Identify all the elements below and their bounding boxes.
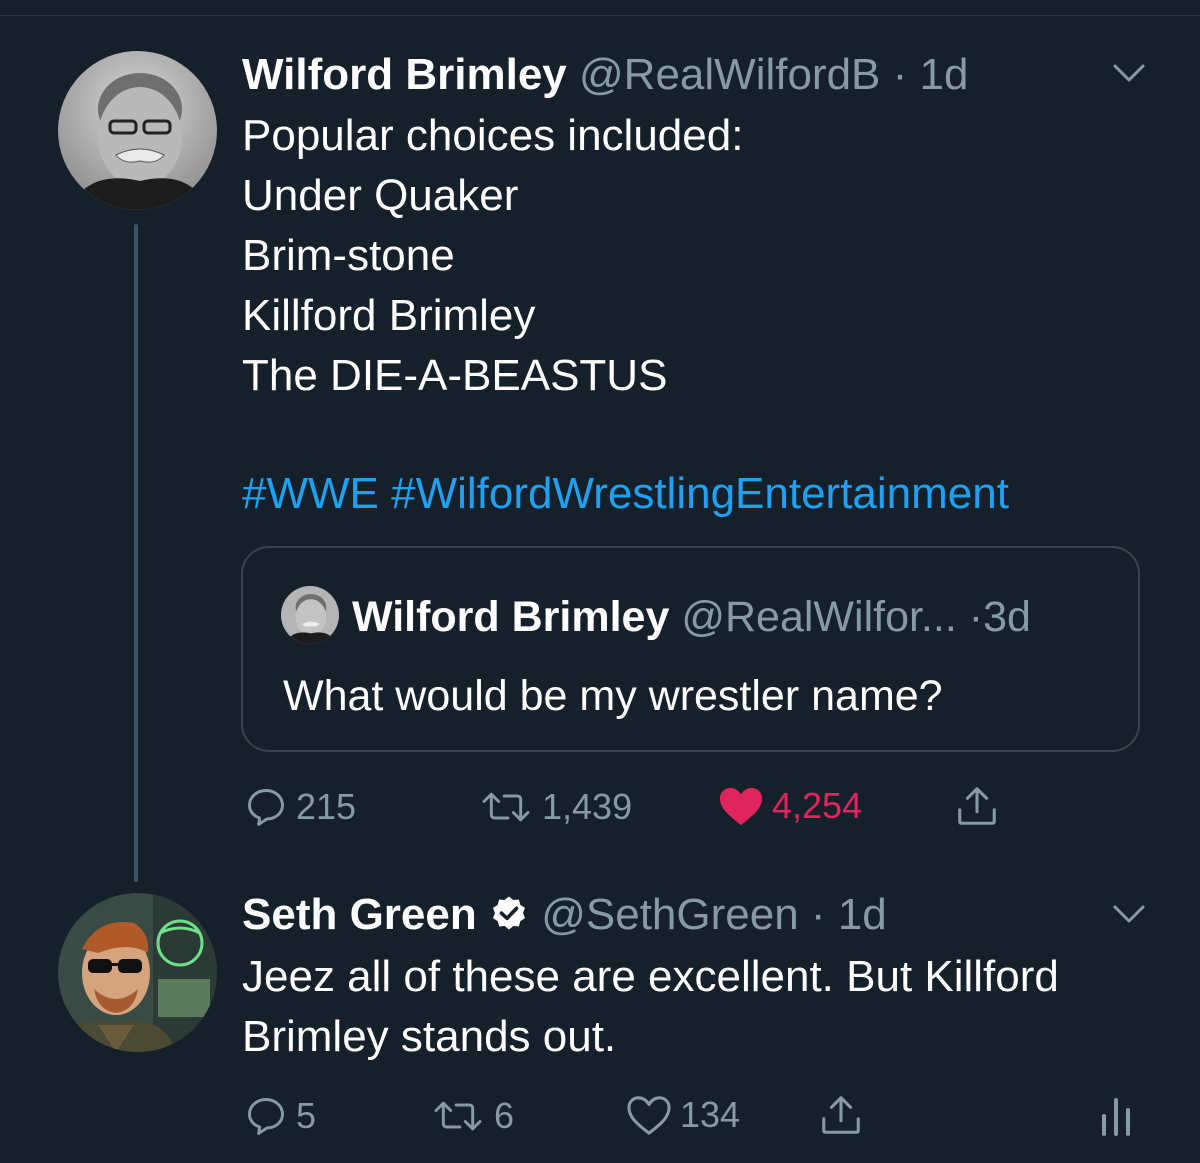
avatar[interactable] bbox=[58, 893, 217, 1052]
tweet-text: Popular choices included: Under Quaker B… bbox=[242, 106, 743, 406]
quoted-author-handle: @RealWilfor... bbox=[681, 593, 957, 641]
reply-icon bbox=[248, 1098, 284, 1135]
chevron-down-icon[interactable] bbox=[1112, 903, 1146, 925]
share-icon bbox=[822, 1096, 860, 1134]
share-icon bbox=[958, 787, 996, 825]
analytics-button[interactable] bbox=[1100, 1092, 1132, 1136]
tweet-text-line: Brimley stands out. bbox=[242, 1012, 617, 1061]
tweet-text-line: Brim-stone bbox=[242, 231, 455, 280]
author-name[interactable]: Wilford Brimley bbox=[242, 50, 567, 99]
share-button[interactable] bbox=[818, 1092, 864, 1138]
tweet-text-line: Under Quaker bbox=[242, 171, 519, 220]
retweet-icon bbox=[434, 1101, 482, 1131]
divider bbox=[0, 15, 1200, 16]
quoted-author-name: Wilford Brimley bbox=[352, 593, 670, 641]
separator-dot: · bbox=[892, 50, 908, 99]
tweet-text-line: The DIE-A-BEASTUS bbox=[242, 351, 668, 400]
reply-button[interactable]: 215 bbox=[244, 785, 356, 829]
quoted-tweet-header: Wilford Brimley @RealWilfor... ·3d bbox=[352, 596, 1031, 639]
quoted-tweet-card[interactable] bbox=[241, 546, 1140, 752]
timestamp[interactable]: 1d bbox=[920, 50, 969, 99]
thread-connector-line bbox=[134, 224, 138, 882]
like-button[interactable]: 4,254 bbox=[718, 785, 862, 827]
chevron-down-icon[interactable] bbox=[1112, 62, 1146, 84]
quoted-avatar bbox=[281, 586, 339, 644]
like-count: 4,254 bbox=[772, 785, 863, 826]
retweet-button[interactable]: 1,439 bbox=[478, 785, 632, 829]
share-button[interactable] bbox=[954, 783, 1000, 829]
separator-dot: · bbox=[810, 890, 826, 939]
reply-button[interactable]: 5 bbox=[244, 1094, 316, 1138]
author-handle[interactable]: @SethGreen bbox=[541, 890, 798, 939]
author-handle[interactable]: @RealWilfordB bbox=[579, 50, 880, 99]
quoted-timestamp: 3d bbox=[983, 593, 1031, 641]
heart-outline-icon bbox=[627, 1096, 671, 1135]
analytics-icon bbox=[1102, 1098, 1130, 1136]
like-count: 134 bbox=[680, 1094, 741, 1135]
timestamp[interactable]: 1d bbox=[838, 890, 887, 939]
tweet-text: Jeez all of these are excellent. But Kil… bbox=[242, 947, 1059, 1067]
retweet-icon bbox=[482, 792, 530, 822]
author-name[interactable]: Seth Green bbox=[242, 890, 477, 939]
retweet-button[interactable]: 6 bbox=[430, 1094, 514, 1138]
quoted-tweet-text: What would be my wrestler name? bbox=[283, 672, 943, 720]
verified-badge-icon bbox=[492, 896, 525, 930]
retweet-count: 1,439 bbox=[542, 786, 633, 827]
tweet-header: Wilford Brimley @RealWilfordB · 1d bbox=[242, 53, 968, 97]
retweet-count: 6 bbox=[494, 1095, 515, 1136]
tweet-header: Seth Green @SethGreen · 1d bbox=[242, 893, 887, 937]
tweet-thread: Wilford Brimley @RealWilfordB · 1d Popul… bbox=[0, 0, 1200, 1163]
hashtag-links[interactable]: #WWE #WilfordWrestlingEntertainment bbox=[242, 464, 1009, 524]
reply-count: 5 bbox=[296, 1095, 317, 1136]
tweet-text-line: Killford Brimley bbox=[242, 291, 536, 340]
heart-filled-icon bbox=[720, 787, 762, 826]
tweet-text-line: Jeez all of these are excellent. But Kil… bbox=[242, 952, 1059, 1001]
reply-count: 215 bbox=[296, 786, 357, 827]
tweet-text-line: Popular choices included: bbox=[242, 111, 744, 160]
separator-dot: · bbox=[968, 593, 984, 641]
reply-icon bbox=[248, 789, 284, 826]
avatar[interactable] bbox=[58, 51, 217, 210]
like-button[interactable]: 134 bbox=[626, 1094, 740, 1136]
